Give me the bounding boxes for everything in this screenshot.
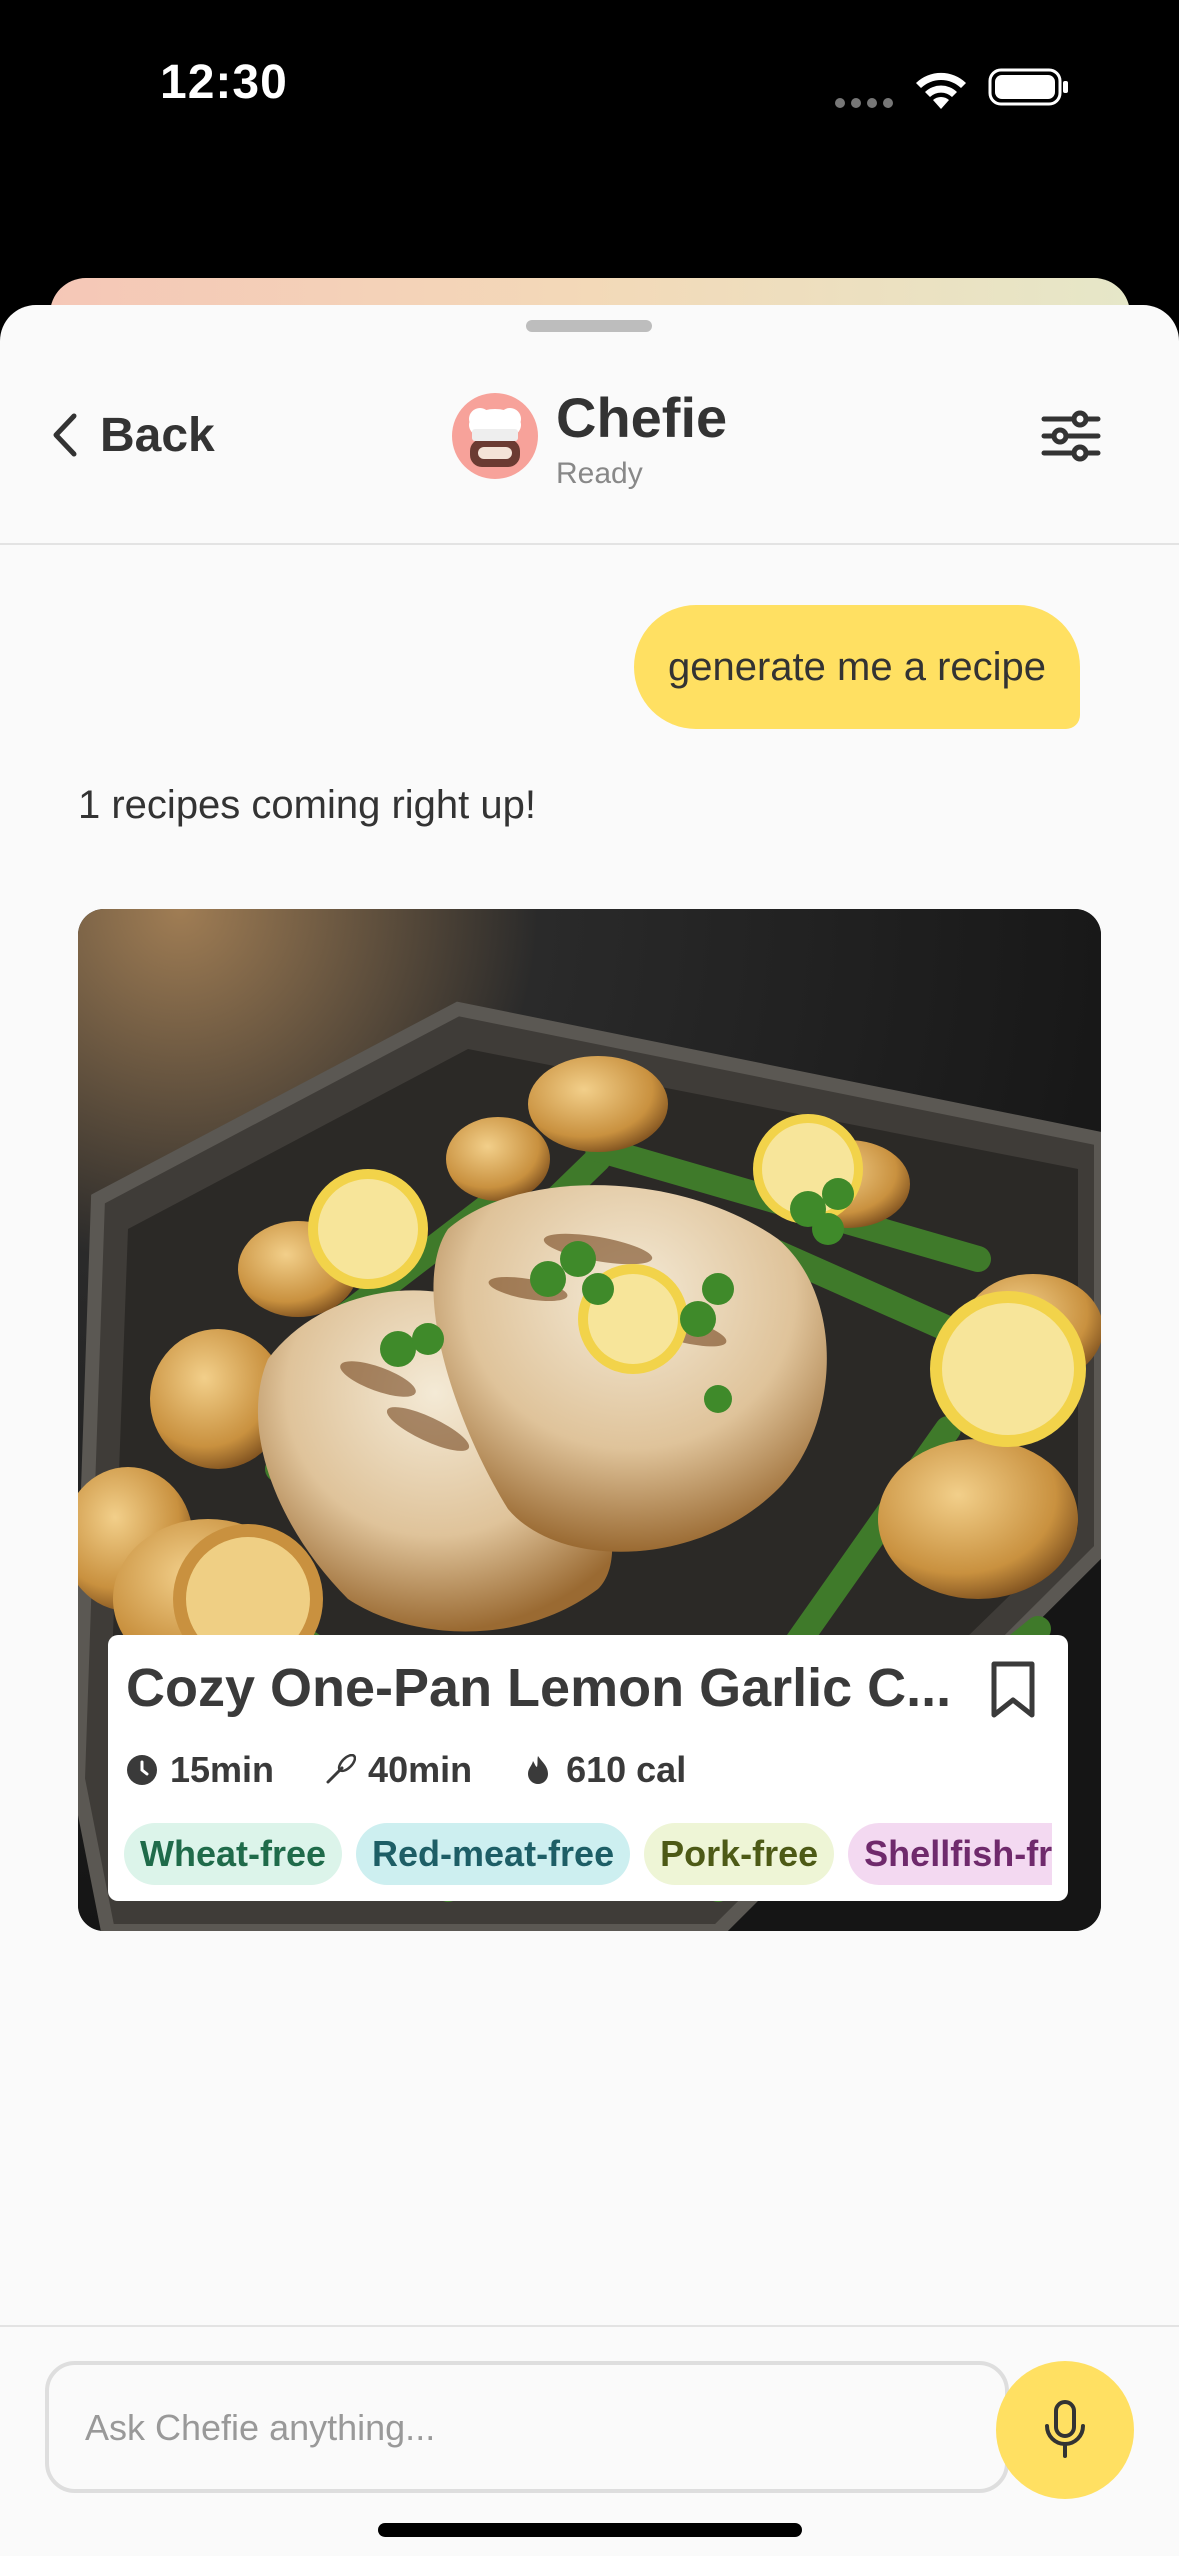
recipe-tags: Wheat-free Red-meat-free Pork-free Shellfis… xyxy=(124,1823,1052,1887)
bot-message: 1 recipes coming right up! xyxy=(78,783,537,827)
bookmark-icon[interactable] xyxy=(988,1659,1038,1721)
cook-time-label: 40min xyxy=(368,1749,473,1790)
calories-label: 610 cal xyxy=(566,1749,687,1790)
sliders-icon[interactable] xyxy=(1040,405,1102,467)
cook-time: 40min xyxy=(324,1749,472,1791)
chevron-left-icon xyxy=(53,413,77,457)
prep-time: 15min xyxy=(126,1749,274,1791)
calories: 610 cal xyxy=(522,1749,686,1791)
diet-tag: Shellfish-free xyxy=(848,1823,1052,1885)
chat-sheet: Back Chefie Ready generate me a recipe 1… xyxy=(0,305,1179,2556)
diet-tag: Red-meat-free xyxy=(356,1823,631,1885)
wifi-icon xyxy=(916,72,966,109)
recipe-info-panel: Cozy One-Pan Lemon Garlic C... 15min 40m… xyxy=(108,1635,1068,1901)
chef-hat-icon xyxy=(469,408,521,467)
back-button[interactable]: Back xyxy=(50,400,215,470)
diet-tag: Pork-free xyxy=(644,1823,835,1885)
message-input-box[interactable] xyxy=(45,2361,1009,2493)
bot-status: Ready xyxy=(556,457,643,490)
bot-name: Chefie xyxy=(556,386,728,449)
battery-icon xyxy=(988,68,1068,106)
recipe-title: Cozy One-Pan Lemon Garlic C... xyxy=(126,1658,952,1718)
composer-bar xyxy=(0,2325,1179,2556)
diet-tag: Wheat-free xyxy=(124,1823,343,1885)
prep-time-label: 15min xyxy=(170,1749,275,1790)
chef-avatar xyxy=(452,393,538,479)
recipe-meta: 15min 40min 610 cal xyxy=(126,1749,736,1791)
signal-icon xyxy=(835,95,899,108)
back-label: Back xyxy=(100,408,215,462)
recipe-card[interactable]: Cozy One-Pan Lemon Garlic C... 15min 40m… xyxy=(78,909,1101,1931)
home-indicator xyxy=(378,2523,802,2537)
whisk-icon xyxy=(326,1754,357,1784)
status-time: 12:30 xyxy=(160,56,288,109)
chat-header: Back Chefie Ready xyxy=(0,305,1179,545)
mic-button[interactable] xyxy=(996,2361,1134,2499)
message-input[interactable] xyxy=(83,2395,967,2461)
user-message-bubble: generate me a recipe xyxy=(634,605,1081,729)
flame-icon xyxy=(528,1756,549,1784)
microphone-icon xyxy=(1045,2400,1085,2458)
clock-icon xyxy=(127,1755,157,1785)
